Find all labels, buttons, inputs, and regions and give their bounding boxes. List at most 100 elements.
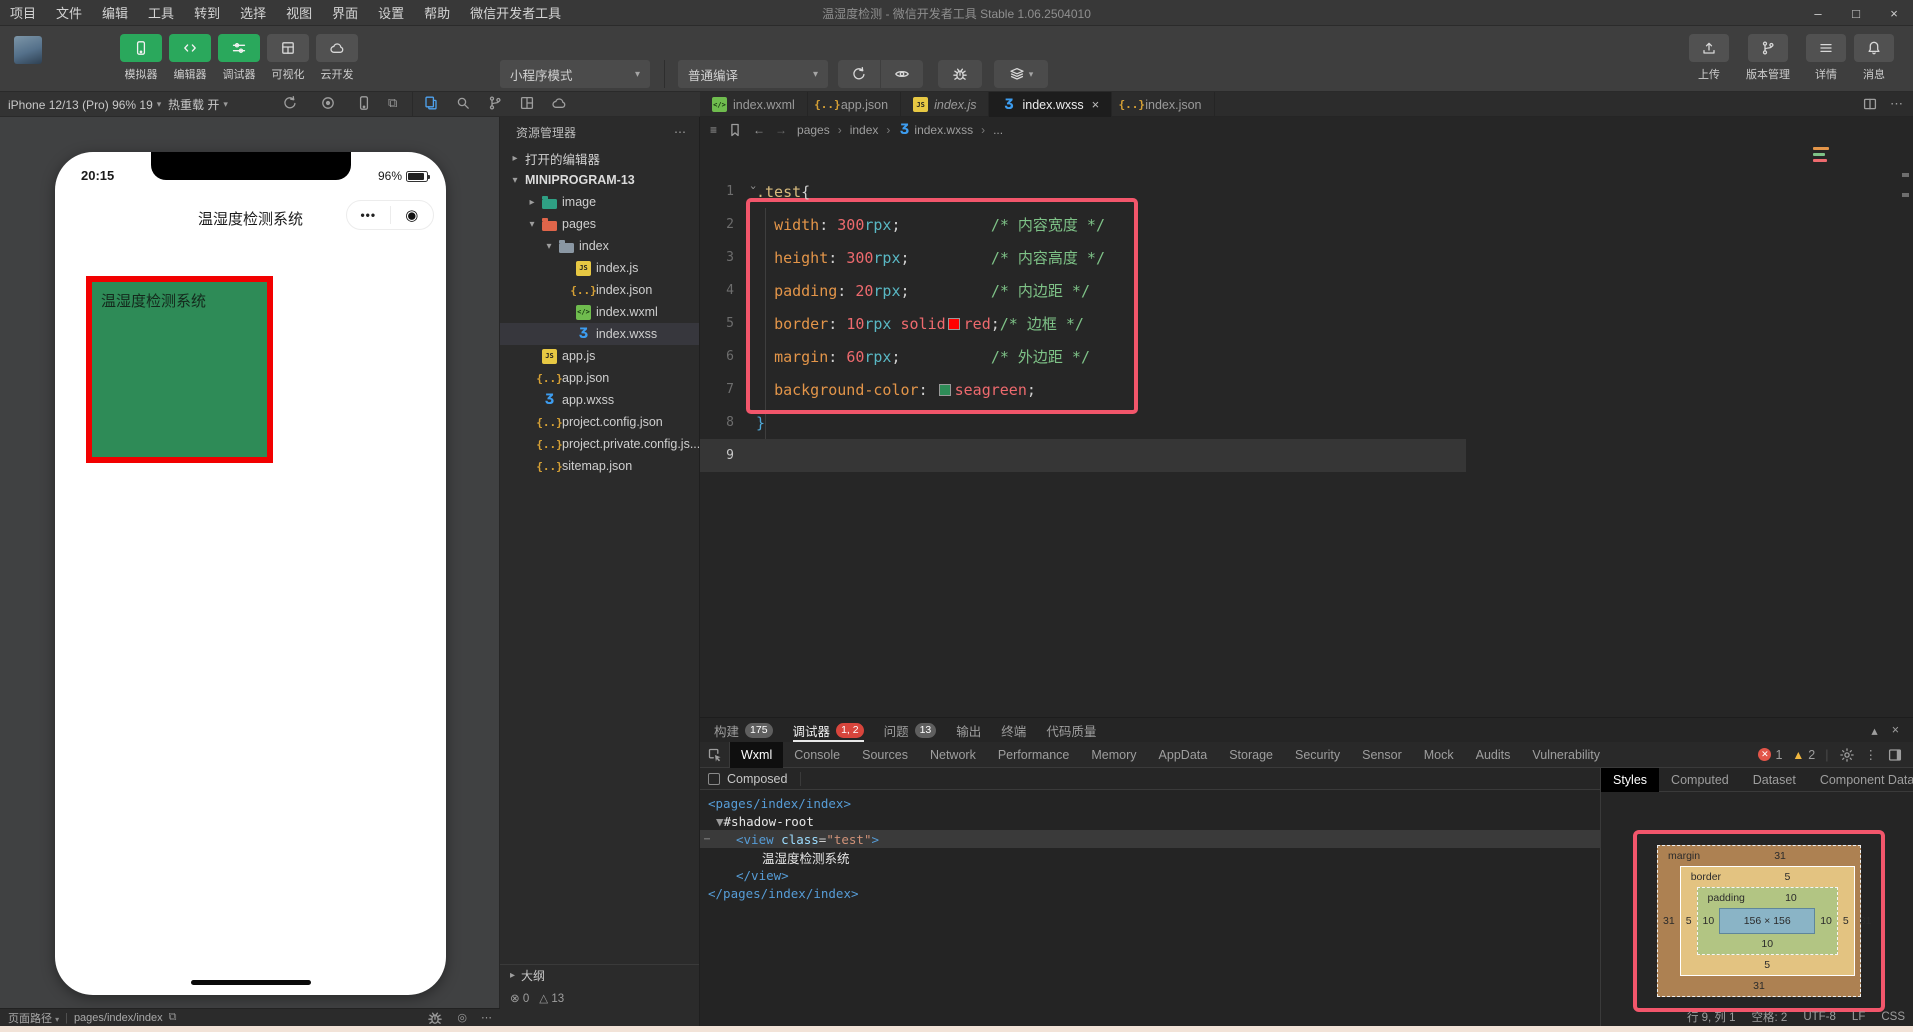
hot-reload-toggle[interactable]: 热重载 开 ▾ <box>168 92 228 117</box>
toolbar-button-消息[interactable]: 消息 <box>1854 34 1894 82</box>
breadcrumb-item[interactable]: Ʒindex.wxss <box>898 122 973 138</box>
tree-item-MINIPROGRAM-13[interactable]: ▾ MINIPROGRAM-13 <box>500 169 699 191</box>
gear-icon[interactable] <box>1839 747 1855 763</box>
debugger-tab-调试器[interactable]: 调试器 1, 2 <box>793 718 864 742</box>
home-target-icon[interactable]: ◉ <box>391 206 434 224</box>
breadcrumb-item[interactable]: index <box>850 123 879 137</box>
styles-tab-Component Data[interactable]: Component Data <box>1808 768 1913 792</box>
toolbar-button-版本管理[interactable]: 版本管理 <box>1746 34 1790 82</box>
code-line-9[interactable]: 9 <box>700 439 1913 472</box>
editor-tab-index.json[interactable]: {..} index.json <box>1112 92 1215 117</box>
toolbar-button-可视化[interactable]: 可视化 <box>267 34 309 82</box>
tree-item-project.private.config.js...[interactable]: {..} project.private.config.js... <box>500 433 699 455</box>
device-frame-icon[interactable] <box>356 95 372 114</box>
debugger-tab-终端[interactable]: 终端 <box>1001 718 1026 742</box>
editor-tab-index.wxml[interactable]: </> index.wxml <box>700 92 808 117</box>
kebab-vertical-icon[interactable]: ⋮ <box>1865 747 1878 762</box>
devtools-tab-Console[interactable]: Console <box>783 742 851 768</box>
close-icon[interactable]: × <box>1875 0 1913 26</box>
language-mode[interactable]: CSS <box>1881 1011 1905 1023</box>
eol-setting[interactable]: LF <box>1852 1011 1865 1023</box>
menu-icon[interactable]: ≡ <box>710 123 717 137</box>
maximize-icon[interactable]: □ <box>1837 0 1875 26</box>
back-icon[interactable]: ← <box>753 123 765 137</box>
menu-item-编辑[interactable]: 编辑 <box>92 0 138 26</box>
editor-tab-index.wxss[interactable]: Ʒindex.wxss × <box>989 92 1113 117</box>
tree-item-index[interactable]: ▾ index <box>500 235 699 257</box>
menu-item-项目[interactable]: 项目 <box>0 0 46 26</box>
console-warnings[interactable]: ▲ 2 <box>1792 748 1815 762</box>
clear-cache-button[interactable]: ▾ <box>994 60 1048 88</box>
close-panel-icon[interactable]: × <box>1892 723 1899 738</box>
menu-item-设置[interactable]: 设置 <box>368 0 414 26</box>
forward-icon[interactable]: → <box>775 123 787 137</box>
code-area[interactable]: › 1 .test{2 width: 300rpx; /* 内容宽度 */3 he… <box>700 143 1913 717</box>
menu-item-选择[interactable]: 选择 <box>230 0 276 26</box>
dom-node[interactable]: ⋯ <view class = "test" > <box>700 830 1600 848</box>
menu-item-文件[interactable]: 文件 <box>46 0 92 26</box>
device-debug-button[interactable] <box>938 60 982 88</box>
code-line-8[interactable]: 8} <box>700 406 1913 439</box>
menu-item-视图[interactable]: 视图 <box>276 0 322 26</box>
styles-tab-Styles[interactable]: Styles <box>1601 767 1660 792</box>
collapse-panel-icon[interactable]: ▴ <box>1871 723 1877 738</box>
dom-node[interactable]: </pages/index/index> <box>700 884 1600 902</box>
multi-window-icon[interactable]: ⧉ <box>388 95 397 111</box>
devtools-tab-Security[interactable]: Security <box>1284 742 1351 768</box>
dom-node[interactable]: </view> <box>700 866 1600 884</box>
tree-item-index.js[interactable]: JS index.js <box>500 257 699 279</box>
editor-tab-index.js[interactable]: JS index.js <box>901 92 990 117</box>
device-select[interactable]: iPhone 12/13 (Pro) 96% 19 ▾ <box>8 92 161 117</box>
page-path-select[interactable]: 页面路径 ▾ <box>8 1010 59 1026</box>
styles-tab-Computed[interactable]: Computed <box>1659 768 1741 792</box>
menu-item-转到[interactable]: 转到 <box>184 0 230 26</box>
toolbar-button-模拟器[interactable]: 模拟器 <box>120 34 162 82</box>
devtools-tab-Storage[interactable]: Storage <box>1218 742 1284 768</box>
debugger-tab-代码质量[interactable]: 代码质量 <box>1046 718 1096 742</box>
encoding[interactable]: UTF-8 <box>1803 1011 1836 1023</box>
preview-button[interactable] <box>881 60 923 88</box>
minimize-icon[interactable]: – <box>1799 0 1837 26</box>
checkbox-icon[interactable] <box>708 772 720 785</box>
dock-side-icon[interactable] <box>1887 747 1903 763</box>
close-tab-icon[interactable]: × <box>1092 97 1100 112</box>
compile-mode-select[interactable]: 普通编译 ▾ <box>678 60 828 88</box>
tree-item-app.js[interactable]: JS app.js <box>500 345 699 367</box>
more-menu-icon[interactable]: ••• <box>347 208 390 222</box>
toolbar-button-云开发[interactable]: 云开发 <box>316 34 358 82</box>
code-line-6[interactable]: 6 margin: 60rpx; /* 外边距 */ <box>700 340 1913 373</box>
copy-page-icon[interactable] <box>423 95 439 114</box>
indent-setting[interactable]: 空格: 2 <box>1752 1009 1788 1025</box>
devtools-tab-Network[interactable]: Network <box>919 742 987 768</box>
compile-button[interactable] <box>838 60 880 88</box>
menu-item-帮助[interactable]: 帮助 <box>414 0 460 26</box>
inspect-element-icon[interactable] <box>700 741 730 768</box>
code-line-2[interactable]: 2 width: 300rpx; /* 内容宽度 */ <box>700 208 1913 241</box>
toolbar-button-上传[interactable]: 上传 <box>1689 34 1729 82</box>
tree-item-image[interactable]: ▸ image <box>500 191 699 213</box>
toolbar-button-调试器[interactable]: 调试器 <box>218 34 260 82</box>
tree-item-index.wxss[interactable]: Ʒindex.wxss <box>500 323 699 345</box>
devtools-tab-Wxml[interactable]: Wxml <box>730 741 784 768</box>
cloud-icon[interactable] <box>551 95 567 114</box>
kebab-icon[interactable]: ⋯ <box>481 1011 492 1024</box>
code-line-4[interactable]: 4 padding: 20rpx; /* 内边距 */ <box>700 274 1913 307</box>
tree-item-sitemap.json[interactable]: {..} sitemap.json <box>500 455 699 477</box>
kebab-icon[interactable]: ⋯ <box>1890 96 1903 112</box>
problems-summary[interactable]: ⊗ 0 △ 13 <box>500 988 699 1008</box>
devtools-tab-Memory[interactable]: Memory <box>1080 742 1147 768</box>
code-line-5[interactable]: 5 border: 10rpx solid red;/* 边框 */ <box>700 307 1913 340</box>
grid-icon[interactable] <box>519 95 535 114</box>
split-editor-icon[interactable] <box>1862 96 1878 112</box>
box-model[interactable]: margin 31 31 border 5 5 padding 10 10 15… <box>1657 845 1871 997</box>
record-icon[interactable] <box>320 95 336 114</box>
breadcrumb-item[interactable]: ... <box>993 123 1003 137</box>
toolbar-button-编辑器[interactable]: 编辑器 <box>169 34 211 82</box>
git-branch-icon[interactable] <box>487 95 503 114</box>
dom-node[interactable]: ▼ #shadow-root <box>700 812 1600 830</box>
menu-item-微信开发者工具[interactable]: 微信开发者工具 <box>460 0 571 26</box>
eye-icon[interactable]: ◎ <box>457 1011 467 1024</box>
dom-node[interactable]: <pages/index/index> <box>700 794 1600 812</box>
devtools-tab-AppData[interactable]: AppData <box>1148 742 1219 768</box>
code-line-7[interactable]: 7 background-color: seagreen; <box>700 373 1913 406</box>
